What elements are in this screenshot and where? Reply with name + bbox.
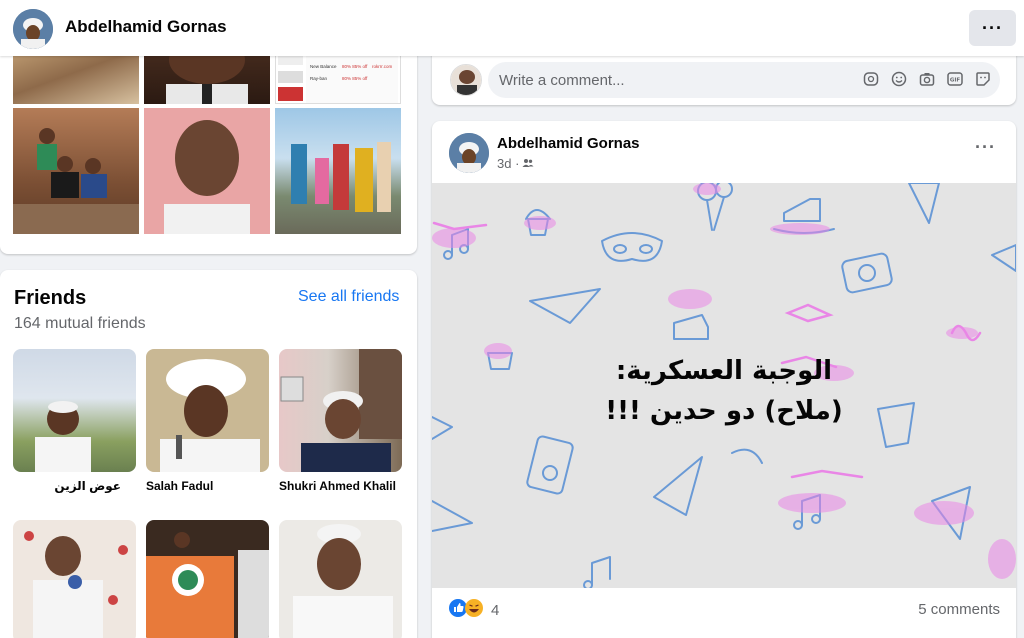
profile-avatar[interactable] (13, 9, 53, 49)
post-text-line-1: الوجبة العسكرية: (615, 356, 833, 386)
see-all-friends-link[interactable]: See all friends (298, 288, 399, 306)
photo-thumbnail[interactable] (275, 108, 401, 234)
profile-top-bar: Abdelhamid Gornas ··· (0, 0, 1024, 56)
photos-card: Adidas / Nike /New BalanceRay-ban 80% 85… (0, 40, 417, 254)
friend-photo[interactable] (146, 349, 269, 472)
friend-name[interactable]: Shukri Ahmed Khalil (279, 479, 402, 493)
comment-placeholder: Write a comment... (499, 72, 625, 89)
friend-photo[interactable] (279, 520, 402, 638)
haha-reaction-icon (465, 599, 483, 622)
svg-text:GIF: GIF (950, 78, 961, 84)
friend-name[interactable]: عوض الزين (13, 479, 121, 493)
avatar-sticker-icon[interactable] (862, 70, 880, 88)
post-options-button[interactable]: ··· (975, 137, 996, 158)
friends-card: Friends 164 mutual friends See all frien… (0, 270, 417, 638)
friends-title: Friends (14, 287, 87, 309)
post-time[interactable]: 3d · (497, 156, 519, 171)
camera-icon[interactable] (918, 70, 936, 88)
post-status-text: الوجبة العسكرية: (ملاح) دو حدين !!! (432, 351, 1016, 431)
reaction-count: 4 (491, 602, 500, 619)
post-author-avatar[interactable] (449, 133, 489, 173)
friend-photo[interactable] (146, 520, 269, 638)
sticker-icon[interactable] (974, 70, 992, 88)
profile-name[interactable]: Abdelhamid Gornas (65, 17, 227, 37)
friend-photo[interactable] (13, 520, 136, 638)
more-options-button[interactable]: ··· (969, 10, 1016, 46)
post-author-name[interactable]: Abdelhamid Gornas (497, 135, 640, 152)
gif-icon[interactable]: GIF (946, 70, 964, 88)
emoji-icon[interactable] (890, 70, 908, 88)
mutual-friends-count: 164 mutual friends (14, 315, 146, 332)
comment-input[interactable]: Write a comment... GIF (488, 62, 1000, 98)
comment-tools: GIF (862, 70, 992, 88)
friends-audience-icon (522, 156, 534, 171)
photo-thumbnail[interactable] (13, 108, 139, 234)
friend-photo[interactable] (13, 349, 136, 472)
post-meta: 3d · (497, 156, 534, 171)
post-text-line-2: (ملاح) دو حدين !!! (605, 396, 843, 426)
friend-name[interactable]: Salah Fadul (146, 479, 269, 493)
reactions-summary[interactable]: 4 (449, 599, 499, 622)
friend-photo[interactable] (279, 349, 402, 472)
comments-count-link[interactable]: 5 comments (918, 601, 1000, 618)
post-card: Abdelhamid Gornas 3d · ··· الوجبة العسكر… (432, 121, 1016, 638)
commenter-avatar[interactable] (450, 64, 482, 96)
post-background-image: الوجبة العسكرية: (ملاح) دو حدين !!! (432, 183, 1016, 588)
photo-thumbnail[interactable] (144, 108, 270, 234)
